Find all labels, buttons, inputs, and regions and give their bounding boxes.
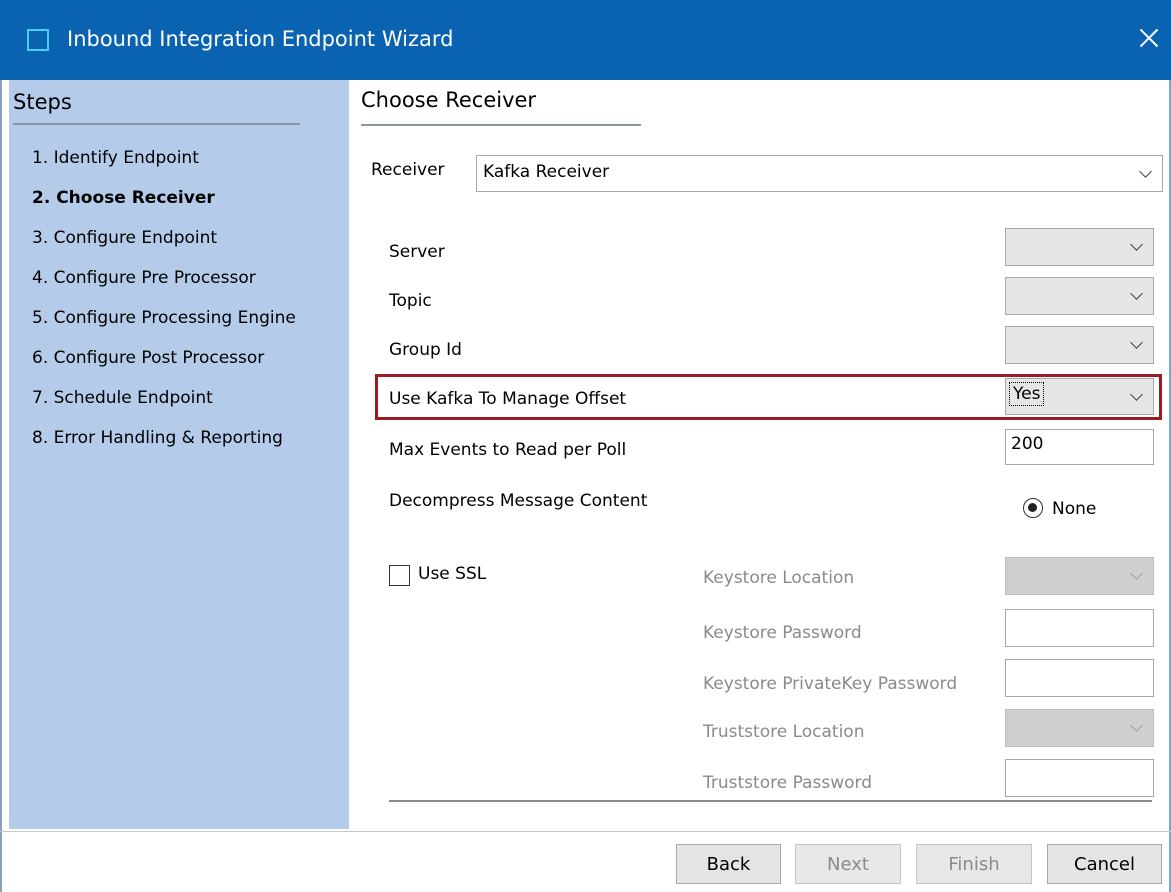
chevron-down-icon: [1130, 719, 1143, 732]
cancel-button[interactable]: Cancel: [1047, 844, 1162, 884]
window-border-left: [0, 80, 2, 892]
title-bar[interactable]: Inbound Integration Endpoint Wizard: [0, 0, 1171, 80]
chevron-down-icon: [1130, 336, 1143, 349]
step-configure-pre-processor: 4. Configure Pre Processor: [32, 268, 256, 288]
topic-select[interactable]: [1005, 277, 1154, 315]
footer-divider: [0, 831, 1171, 832]
manage-offset-select-value: Yes: [1009, 382, 1045, 406]
keystore-location-label: Keystore Location: [703, 568, 855, 588]
keystore-privatekey-password-label: Keystore PrivateKey Password: [703, 674, 958, 694]
truststore-password-label: Truststore Password: [703, 773, 872, 793]
chevron-down-icon: [1130, 388, 1143, 401]
window-title: Inbound Integration Endpoint Wizard: [67, 27, 454, 51]
manage-offset-select[interactable]: Yes: [1005, 378, 1154, 415]
wizard-window: Inbound Integration Endpoint Wizard Step…: [0, 0, 1171, 892]
receiver-select-value: Kafka Receiver: [483, 162, 610, 182]
receiver-select[interactable]: Kafka Receiver: [476, 155, 1163, 192]
finish-button[interactable]: Finish: [916, 844, 1032, 884]
decompress-none-radio[interactable]: [1023, 498, 1043, 518]
truststore-password-input[interactable]: [1005, 759, 1154, 797]
max-events-value: 200: [1011, 434, 1044, 454]
group-id-label: Group Id: [389, 340, 462, 360]
close-icon[interactable]: [1133, 22, 1163, 56]
topic-label: Topic: [389, 291, 432, 311]
max-events-label: Max Events to Read per Poll: [389, 440, 627, 460]
truststore-location-label: Truststore Location: [703, 722, 865, 742]
step-schedule-endpoint: 7. Schedule Endpoint: [32, 388, 213, 408]
back-button[interactable]: Back: [676, 844, 781, 884]
page-title: Choose Receiver: [361, 88, 537, 112]
content-divider: [389, 800, 1152, 802]
step-error-handling-reporting: 8. Error Handling & Reporting: [32, 428, 283, 448]
chevron-down-icon: [1139, 165, 1152, 178]
server-label: Server: [389, 242, 445, 262]
step-configure-post-processor: 6. Configure Post Processor: [32, 348, 265, 368]
next-button[interactable]: Next: [795, 844, 901, 884]
chevron-down-icon: [1130, 238, 1143, 251]
step-identify-endpoint: 1. Identify Endpoint: [32, 148, 199, 168]
decompress-label: Decompress Message Content: [389, 491, 648, 511]
steps-panel: Steps 1. Identify Endpoint 2. Choose Rec…: [9, 80, 349, 829]
keystore-password-input[interactable]: [1005, 609, 1154, 647]
steps-title: Steps: [13, 90, 72, 114]
truststore-location-select[interactable]: [1005, 709, 1154, 747]
step-choose-receiver: 2. Choose Receiver: [32, 188, 215, 208]
use-ssl-checkbox[interactable]: [389, 565, 410, 586]
chevron-down-icon: [1130, 287, 1143, 300]
keystore-location-select[interactable]: [1005, 557, 1154, 595]
steps-divider: [13, 123, 300, 125]
keystore-password-label: Keystore Password: [703, 623, 862, 643]
manage-offset-label: Use Kafka To Manage Offset: [389, 389, 627, 409]
app-icon: [27, 29, 49, 51]
max-events-input[interactable]: 200: [1005, 429, 1154, 465]
receiver-label: Receiver: [371, 160, 445, 180]
keystore-privatekey-password-input[interactable]: [1005, 659, 1154, 697]
group-id-select[interactable]: [1005, 326, 1154, 364]
step-configure-endpoint: 3. Configure Endpoint: [32, 228, 218, 248]
use-ssl-label[interactable]: Use SSL: [418, 564, 486, 584]
decompress-none-label[interactable]: None: [1052, 499, 1096, 519]
page-title-divider: [361, 124, 641, 126]
server-select[interactable]: [1005, 228, 1154, 266]
step-configure-processing-engine: 5. Configure Processing Engine: [32, 308, 296, 328]
chevron-down-icon: [1130, 567, 1143, 580]
